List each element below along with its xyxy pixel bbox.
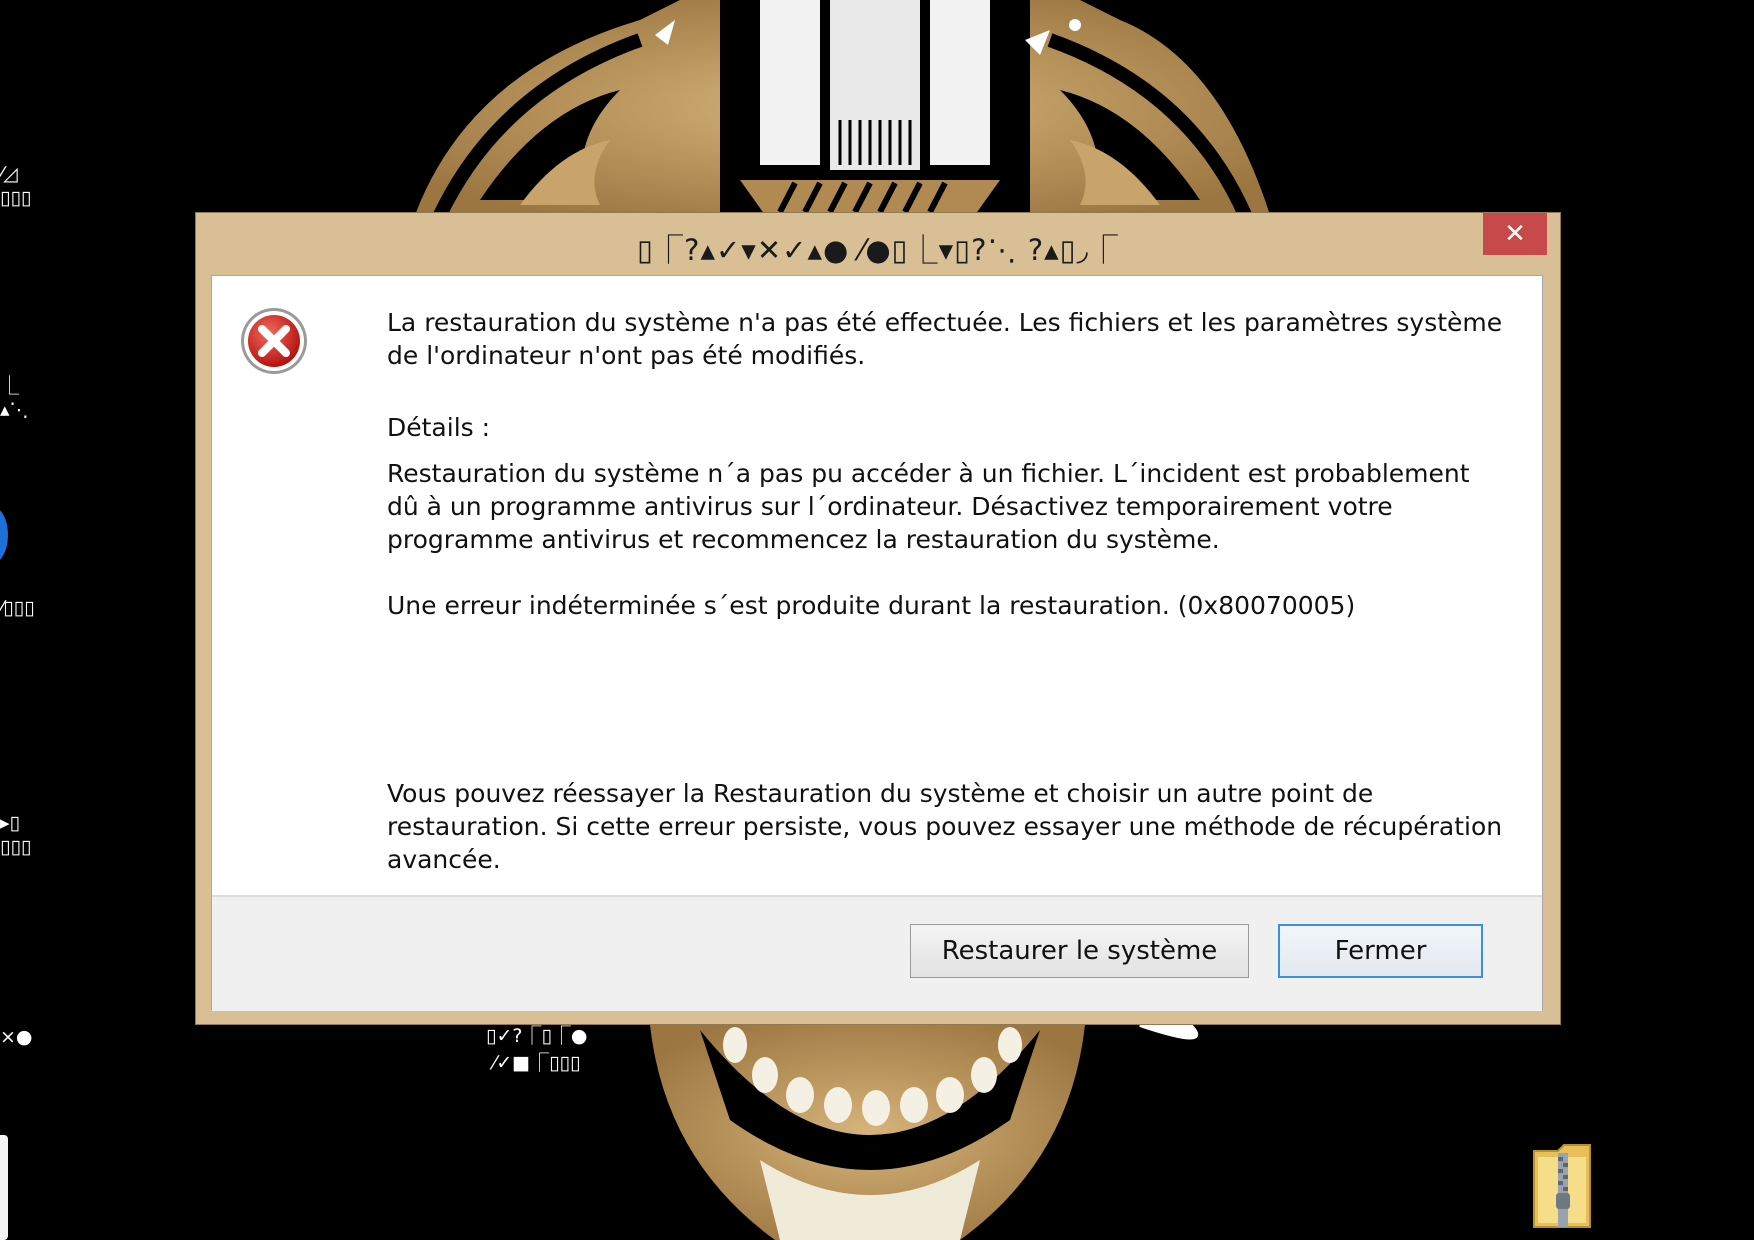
desktop-icon-label-1[interactable]: ⁄◿ ▯▯▯ [0, 162, 31, 210]
dialog-titlebar[interactable]: ▯⎾?▴✓▾✕✓▴● ⁄●▯⎿▾▯?⋱ ?▴▯◞⎾ ✕ [196, 213, 1560, 275]
desktop-document-icon[interactable] [0, 1135, 8, 1240]
message-area: La restauration du système n'a pas été e… [212, 276, 1542, 893]
desktop-icon-label-under-dialog[interactable]: ▯✓?⎾▯⎾● ⁄✓■⎾▯▯▯ [486, 1023, 588, 1077]
advice-text: Vous pouvez réessayer la Restauration du… [387, 779, 1503, 874]
dialog-footer: Restaurer le système Fermer [212, 895, 1542, 1011]
dialog-title: ▯⎾?▴✓▾✕✓▴● ⁄●▯⎿▾▯?⋱ ?▴▯◞⎾ [637, 233, 1119, 267]
zip-folder-icon[interactable] [1528, 1143, 1596, 1229]
close-icon[interactable]: ✕ [1483, 213, 1547, 255]
details-heading: Détails : [387, 413, 491, 442]
restore-system-button[interactable]: Restaurer le système [910, 924, 1249, 978]
system-restore-error-dialog: ▯⎾?▴✓▾✕✓▴● ⁄●▯⎿▾▯?⋱ ?▴▯◞⎾ ✕ La restaurat… [195, 212, 1561, 1025]
desktop-icon-label-2[interactable]: ⎿ ▴⋱ [0, 374, 29, 422]
desktop: ⁄◿ ▯▯▯ ⎿ ▴⋱ ⁄▯▯▯ ▸▯ ▯▯▯ ×● ▯✓?⎾▯⎾● ⁄✓■⎾▯… [0, 0, 1754, 1240]
desktop-icon-label-3[interactable]: ⁄▯▯▯ [0, 596, 35, 620]
main-message: La restauration du système n'a pas été e… [387, 308, 1503, 370]
dialog-body: La restauration du système n'a pas été e… [211, 275, 1543, 1011]
desktop-icon-label-4[interactable]: ▸▯ ▯▯▯ [0, 811, 31, 859]
desktop-icon-label-5[interactable]: ×● [0, 1025, 33, 1049]
error-code-line: Une erreur indéterminée s´est produite d… [387, 591, 1356, 620]
close-button[interactable]: Fermer [1278, 924, 1483, 978]
error-icon [241, 308, 307, 374]
details-text: Restauration du système n´a pas pu accéd… [387, 459, 1470, 554]
